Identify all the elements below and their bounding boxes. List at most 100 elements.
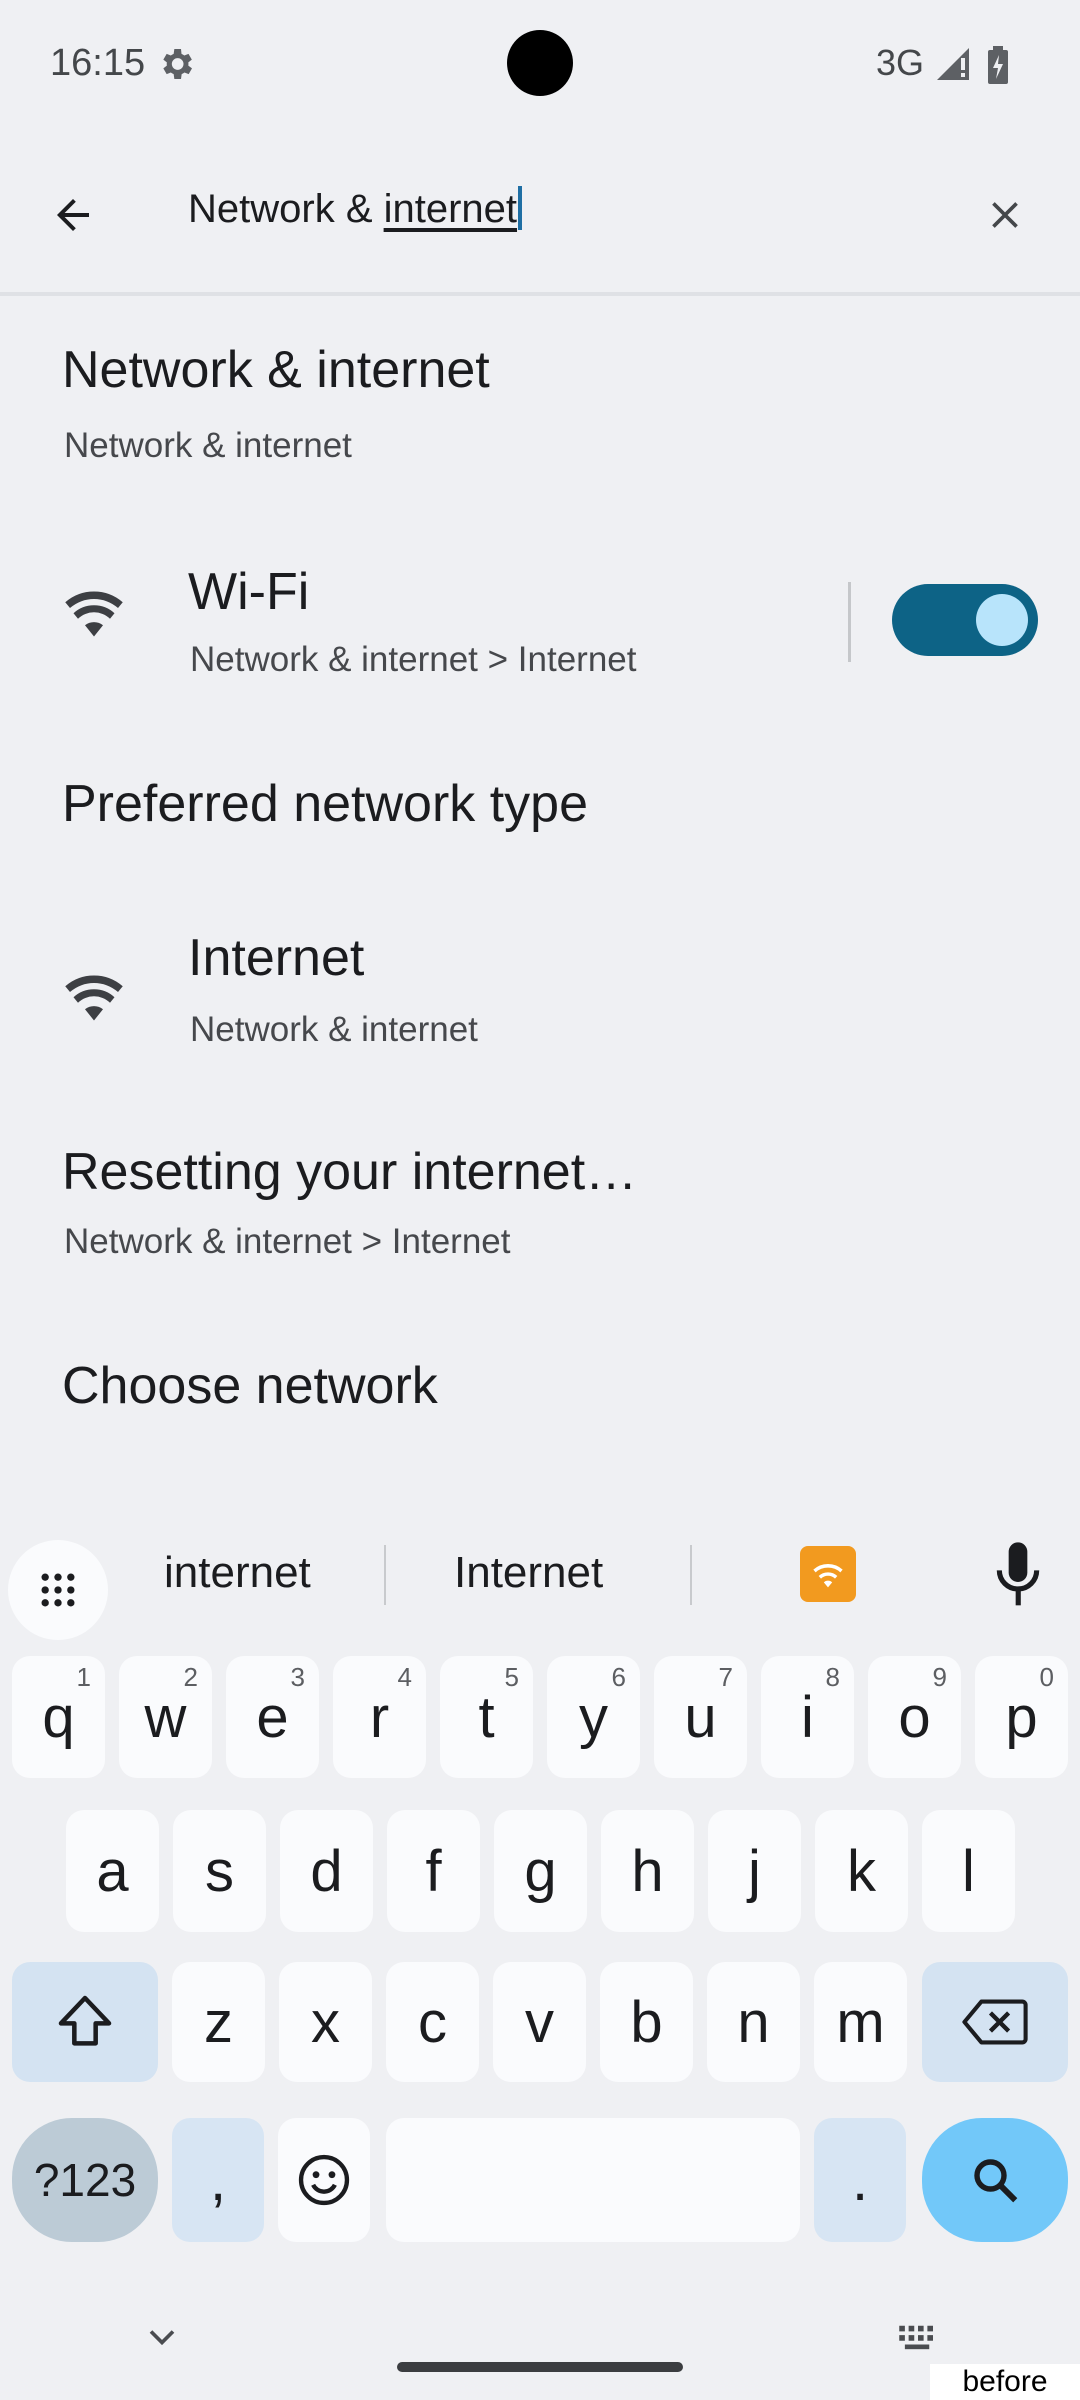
key-label: x bbox=[311, 1989, 340, 2055]
collapse-keyboard-icon[interactable] bbox=[140, 2322, 184, 2352]
key-g[interactable]: g bbox=[494, 1810, 587, 1932]
key-hint: 0 bbox=[1039, 1662, 1054, 1692]
backspace-icon bbox=[962, 1999, 1028, 2045]
key-label: m bbox=[836, 1989, 885, 2055]
key-label: u bbox=[684, 1684, 717, 1750]
key-label: z bbox=[204, 1989, 233, 2055]
key-u[interactable]: u7 bbox=[654, 1656, 747, 1778]
battery-icon bbox=[988, 46, 1008, 84]
comma-key[interactable]: , bbox=[172, 2118, 264, 2242]
key-w[interactable]: w2 bbox=[119, 1656, 212, 1778]
key-y[interactable]: y6 bbox=[547, 1656, 640, 1778]
key-m[interactable]: m bbox=[814, 1962, 907, 2082]
search-bar bbox=[0, 140, 1080, 292]
key-a[interactable]: a bbox=[66, 1810, 159, 1932]
wifi-emoji-suggestion[interactable] bbox=[800, 1546, 856, 1602]
key-label: w bbox=[144, 1684, 187, 1750]
key-hint: 9 bbox=[932, 1662, 947, 1692]
key-o[interactable]: o9 bbox=[868, 1656, 961, 1778]
key-label: a bbox=[96, 1838, 129, 1904]
emoji-icon bbox=[298, 2154, 350, 2206]
key-b[interactable]: b bbox=[600, 1962, 693, 2082]
key-label: c bbox=[418, 1989, 447, 2055]
keyboard-apps-button[interactable] bbox=[8, 1540, 108, 1640]
suggestion-1[interactable]: internet bbox=[164, 1548, 311, 1598]
key-v[interactable]: v bbox=[493, 1962, 586, 2082]
key-s[interactable]: s bbox=[173, 1810, 266, 1932]
suggestion-2[interactable]: Internet bbox=[454, 1548, 603, 1598]
key-hint: 7 bbox=[718, 1662, 733, 1692]
key-q[interactable]: q1 bbox=[12, 1656, 105, 1778]
key-k[interactable]: k bbox=[815, 1810, 908, 1932]
key-label: i bbox=[801, 1684, 814, 1750]
key-z[interactable]: z bbox=[172, 1962, 265, 2082]
key-label: b bbox=[630, 1989, 663, 2055]
key-label: f bbox=[425, 1838, 442, 1904]
result-title: Internet bbox=[188, 929, 365, 987]
key-label: o bbox=[898, 1684, 931, 1750]
toggle-divider bbox=[848, 582, 851, 662]
key-i[interactable]: i8 bbox=[761, 1656, 854, 1778]
home-gesture-pill[interactable] bbox=[397, 2362, 683, 2372]
search-key[interactable] bbox=[922, 2118, 1068, 2242]
text-cursor bbox=[518, 186, 523, 230]
shift-key[interactable] bbox=[12, 1962, 158, 2082]
search-input[interactable]: Network & internet bbox=[188, 186, 523, 232]
result-title: Resetting your internet… bbox=[62, 1143, 638, 1201]
emoji-key[interactable] bbox=[278, 2118, 370, 2242]
key-x[interactable]: x bbox=[279, 1962, 372, 2082]
key-label: p bbox=[1005, 1684, 1038, 1750]
result-resetting-internet[interactable]: Resetting your internet… Network & inter… bbox=[0, 1142, 1080, 1272]
key-label: s bbox=[205, 1838, 234, 1904]
gear-icon bbox=[163, 49, 192, 79]
key-r[interactable]: r4 bbox=[333, 1656, 426, 1778]
key-label: l bbox=[962, 1838, 975, 1904]
result-network-internet[interactable]: Network & internet Network & internet bbox=[0, 340, 1080, 470]
network-type: 3G bbox=[876, 42, 925, 83]
key-hint: 1 bbox=[76, 1662, 91, 1692]
wifi-icon bbox=[65, 591, 123, 637]
camera-cutout bbox=[507, 30, 573, 96]
arrow-back-icon bbox=[57, 199, 89, 231]
search-query-word: internet bbox=[383, 187, 518, 231]
wifi-toggle[interactable] bbox=[892, 584, 1038, 656]
key-t[interactable]: t5 bbox=[440, 1656, 533, 1778]
key-f[interactable]: f bbox=[387, 1810, 480, 1932]
key-label: t bbox=[478, 1684, 495, 1750]
search-query-prefix: Network & bbox=[188, 187, 384, 231]
key-hint: 5 bbox=[504, 1662, 519, 1692]
key-label: k bbox=[847, 1838, 876, 1904]
mic-icon[interactable] bbox=[990, 1540, 1046, 1610]
result-title: Preferred network type bbox=[62, 775, 589, 833]
clear-search-button[interactable] bbox=[950, 150, 1060, 280]
result-preferred-network-type[interactable]: Preferred network type bbox=[0, 774, 1080, 844]
backspace-key[interactable] bbox=[922, 1962, 1068, 2082]
result-internet[interactable]: Internet Network & internet bbox=[0, 928, 1080, 1058]
back-button[interactable] bbox=[18, 150, 128, 280]
key-hint: 4 bbox=[397, 1662, 412, 1692]
wifi-icon bbox=[65, 975, 123, 1021]
symbols-key[interactable]: ?123 bbox=[12, 2118, 158, 2242]
key-p[interactable]: p0 bbox=[975, 1656, 1068, 1778]
signal-icon bbox=[937, 48, 969, 80]
key-c[interactable]: c bbox=[386, 1962, 479, 2082]
suggestion-separator bbox=[384, 1545, 386, 1605]
key-hint: 3 bbox=[290, 1662, 305, 1692]
result-choose-network[interactable]: Choose network bbox=[0, 1356, 1080, 1426]
key-j[interactable]: j bbox=[708, 1810, 801, 1932]
key-h[interactable]: h bbox=[601, 1810, 694, 1932]
space-key[interactable] bbox=[386, 2118, 800, 2242]
key-n[interactable]: n bbox=[707, 1962, 800, 2082]
period-key[interactable]: . bbox=[814, 2118, 906, 2242]
result-title: Network & internet bbox=[62, 341, 490, 399]
key-label: g bbox=[524, 1838, 557, 1904]
key-label: n bbox=[737, 1989, 770, 2055]
key-d[interactable]: d bbox=[280, 1810, 373, 1932]
key-label: e bbox=[256, 1684, 289, 1750]
key-label: q bbox=[42, 1684, 75, 1750]
result-subtitle: Network & internet > Internet bbox=[64, 1222, 511, 1261]
key-l[interactable]: l bbox=[922, 1810, 1015, 1932]
key-e[interactable]: e3 bbox=[226, 1656, 319, 1778]
key-label: r bbox=[369, 1684, 390, 1750]
keyboard-switch-icon[interactable] bbox=[895, 2322, 941, 2352]
